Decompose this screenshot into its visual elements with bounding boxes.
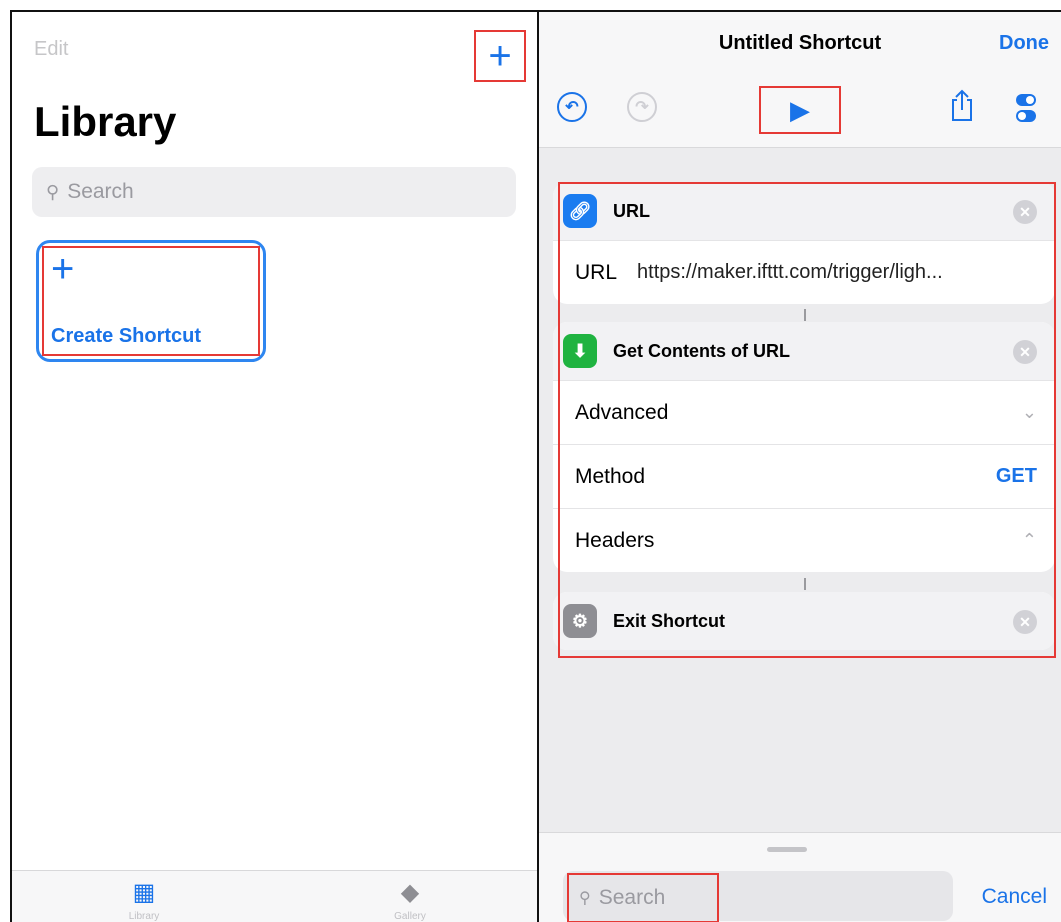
action-title: Exit Shortcut: [613, 610, 726, 631]
plus-icon: +: [51, 247, 75, 291]
tab-library[interactable]: ▦ Library: [104, 881, 184, 922]
download-arrow-icon: ⬇︎: [563, 334, 597, 368]
method-value[interactable]: GET: [996, 465, 1037, 488]
sheet-grabber[interactable]: [767, 847, 807, 852]
create-shortcut-button[interactable]: + Create Shortcut: [36, 240, 266, 362]
search-icon: ⚲: [579, 890, 591, 907]
action-url[interactable]: 🔗︎ URL ✕ URL https://maker.ifttt.com/tri…: [553, 182, 1055, 304]
plus-icon: +: [488, 34, 512, 78]
url-value[interactable]: https://maker.ifttt.com/trigger/ligh...: [637, 261, 943, 284]
advanced-row[interactable]: Advanced ⌄: [553, 380, 1055, 444]
add-shortcut-button[interactable]: +: [474, 30, 526, 82]
search-icon: ⚲: [46, 181, 60, 202]
remove-action-icon[interactable]: ✕: [1013, 610, 1037, 634]
headers-row[interactable]: Headers ⌃: [553, 508, 1055, 572]
remove-action-icon[interactable]: ✕: [1013, 340, 1037, 364]
cancel-button[interactable]: Cancel: [982, 885, 1047, 909]
tab-label: Gallery: [394, 911, 426, 922]
action-title: Get Contents of URL: [613, 340, 790, 361]
action-header: ⬇︎ Get Contents of URL ✕: [553, 322, 1055, 380]
action-search-sheet: ⚲ Search Cancel: [539, 832, 1061, 922]
row-label: Method: [575, 464, 646, 488]
action-header: 🔗︎ URL ✕: [553, 182, 1055, 240]
chevron-up-icon: ⌃: [1021, 530, 1037, 550]
page-title: Library: [34, 98, 177, 145]
editor-header: Untitled Shortcut Done ↶ ↷ ▶: [539, 12, 1061, 148]
search-placeholder: Search: [67, 180, 134, 203]
undo-icon[interactable]: ↶: [557, 92, 587, 122]
search-input[interactable]: ⚲ Search: [32, 167, 516, 217]
tab-label: Library: [128, 911, 160, 922]
tab-bar: ▦ Library ◆ Gallery: [12, 870, 537, 922]
method-row[interactable]: Method GET: [553, 444, 1055, 508]
editor-title: Untitled Shortcut: [718, 32, 882, 54]
grid-icon: ▦: [132, 879, 156, 906]
action-header: ⚙︎ Exit Shortcut ✕: [553, 592, 1055, 650]
layers-icon: ◆: [400, 879, 420, 906]
shortcut-editor-screen: Untitled Shortcut Done ↶ ↷ ▶ 🔗︎ URL ✕ UR…: [539, 12, 1061, 922]
search-placeholder: Search: [598, 886, 666, 909]
tab-gallery[interactable]: ◆ Gallery: [370, 881, 450, 922]
row-label: Advanced: [575, 400, 669, 424]
connector-line: [804, 578, 806, 590]
play-icon: ▶: [790, 94, 810, 125]
redo-icon[interactable]: ↷: [627, 92, 657, 122]
library-screen: Edit + Library ⚲ Search + Create Shortcu…: [12, 12, 537, 922]
run-button[interactable]: ▶: [759, 86, 841, 134]
remove-action-icon[interactable]: ✕: [1013, 200, 1037, 224]
done-button[interactable]: Done: [999, 32, 1049, 55]
row-label: Headers: [575, 528, 655, 552]
url-row[interactable]: URL https://maker.ifttt.com/trigger/ligh…: [553, 240, 1055, 304]
create-shortcut-label: Create Shortcut: [51, 325, 202, 347]
row-label: URL: [575, 260, 618, 284]
settings-toggle-icon[interactable]: [1015, 92, 1037, 124]
share-icon[interactable]: [949, 88, 975, 122]
link-icon: 🔗︎: [563, 194, 597, 228]
action-title: URL: [613, 200, 650, 221]
gear-icon: ⚙︎: [563, 604, 597, 638]
edit-button[interactable]: Edit: [34, 38, 68, 61]
action-exit-shortcut[interactable]: ⚙︎ Exit Shortcut ✕: [553, 592, 1055, 650]
chevron-down-icon: ⌄: [1021, 402, 1037, 422]
search-input[interactable]: ⚲ Search: [567, 873, 719, 922]
action-get-contents[interactable]: ⬇︎ Get Contents of URL ✕ Advanced ⌄ Meth…: [553, 322, 1055, 572]
connector-line: [804, 309, 806, 321]
